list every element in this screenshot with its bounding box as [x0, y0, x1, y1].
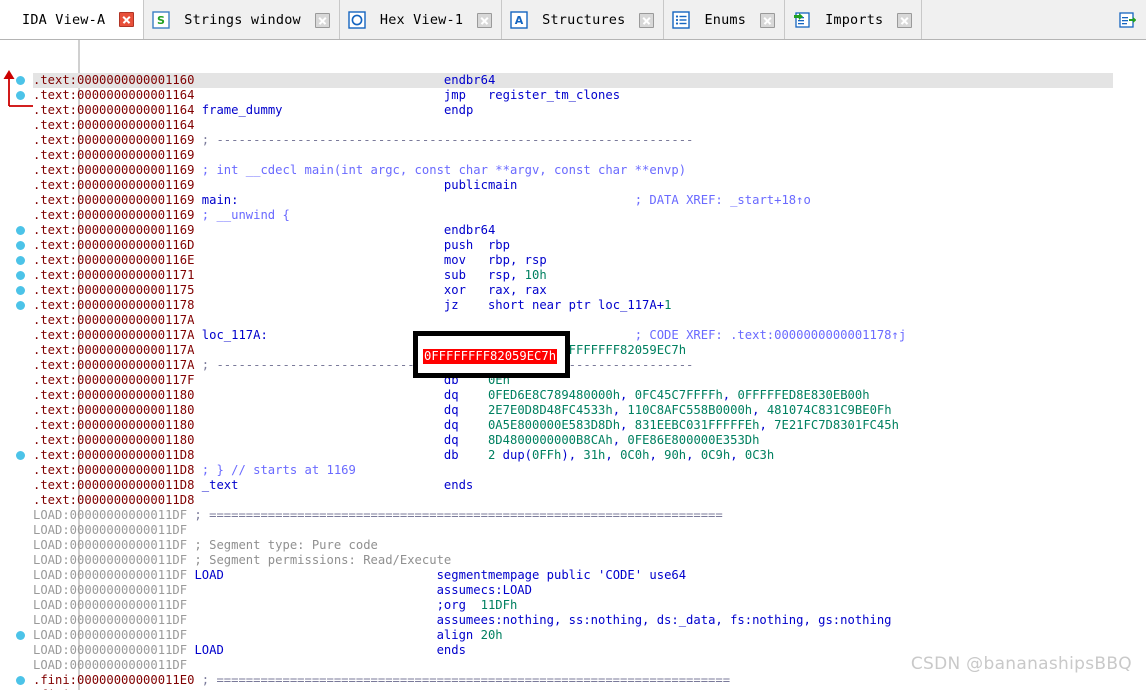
tab-ida-view-a[interactable]: IDA View-A: [0, 0, 145, 39]
tab-structures[interactable]: A Structures: [502, 0, 665, 39]
disassembly-line[interactable]: LOAD:00000000000011DF: [33, 658, 187, 673]
disassembly-line[interactable]: LOAD:00000000000011DF LOAD segmentmempag…: [33, 568, 686, 583]
disassembly-view[interactable]: .text:0000000000001160 endbr64 .text:0000…: [0, 40, 1146, 690]
exports-icon[interactable]: [1118, 11, 1136, 29]
strings-icon: S: [152, 11, 170, 29]
disassembly-line[interactable]: LOAD:00000000000011DF align 20h: [33, 628, 503, 643]
tab-label: Imports: [825, 12, 884, 28]
tab-label: IDA View-A: [22, 11, 106, 28]
disassembly-line[interactable]: .text:00000000000011D8: [33, 493, 194, 508]
disassembly-line[interactable]: LOAD:00000000000011DF assumees:nothing, …: [33, 613, 892, 628]
disassembly-line[interactable]: .text:0000000000001180 dq 2E7E0D8D48FC45…: [33, 403, 892, 418]
highlighted-operand[interactable]: 0FFFFFFFF82059EC7h: [423, 349, 558, 364]
disassembly-line[interactable]: .text:0000000000001169 publicmain: [33, 178, 517, 193]
disassembly-line[interactable]: LOAD:00000000000011DF: [33, 523, 187, 538]
disassembly-line[interactable]: .text:0000000000001164 frame_dummy endp: [33, 103, 473, 118]
tab-close-icon[interactable]: [477, 12, 493, 28]
svg-text:A: A: [515, 14, 524, 27]
disassembly-line[interactable]: LOAD:00000000000011DF ; Segment permissi…: [33, 553, 451, 568]
tab-bar: IDA View-A S Strings window Hex View-1 A: [0, 0, 1146, 40]
disassembly-line[interactable]: LOAD:00000000000011DF LOAD ends: [33, 643, 466, 658]
disassembly-line[interactable]: .text:0000000000001175 xor rax, rax: [33, 283, 547, 298]
tab-label: Enums: [704, 12, 747, 28]
tab-close-icon[interactable]: [897, 12, 913, 28]
disassembly-line[interactable]: LOAD:00000000000011DF ; Segment type: Pu…: [33, 538, 378, 553]
hex-view-icon: [348, 11, 366, 29]
tab-close-icon[interactable]: [119, 12, 135, 27]
disassembly-line[interactable]: .text:0000000000001169 endbr64: [33, 223, 495, 238]
tab-close-icon[interactable]: [639, 12, 655, 28]
tab-overflow-area: [922, 0, 1146, 39]
disassembly-line[interactable]: .text:0000000000001169 ; ---------------…: [33, 133, 693, 148]
disassembly-line[interactable]: .text:000000000000117A: [33, 313, 194, 328]
disassembly-line[interactable]: .text:00000000000011D8 ; } // starts at …: [33, 463, 356, 478]
disassembly-line[interactable]: .text:000000000000117A ; ---------------…: [33, 358, 693, 373]
disassembly-line[interactable]: LOAD:00000000000011DF assumecs:LOAD: [33, 583, 532, 598]
disassembly-line[interactable]: .text:0000000000001178 jz short near ptr…: [33, 298, 671, 313]
svg-text:S: S: [157, 14, 165, 27]
disassembly-line[interactable]: .text:0000000000001169 main: ; DATA XREF…: [33, 193, 811, 208]
tab-strings-window[interactable]: S Strings window: [144, 0, 340, 39]
disassembly-line[interactable]: .text:000000000000117A jmp near ptr 0FFF…: [33, 343, 686, 358]
tab-imports[interactable]: Imports: [785, 0, 923, 39]
disassembly-line[interactable]: .text:0000000000001180 dq 8D4800000000B8…: [33, 433, 759, 448]
structures-icon: A: [510, 11, 528, 29]
disassembly-line[interactable]: .text:0000000000001180 dq 0A5E800000E583…: [33, 418, 899, 433]
disassembly-line[interactable]: .text:0000000000001164: [33, 118, 194, 133]
disassembly-line[interactable]: .text:0000000000001171 sub rsp, 10h: [33, 268, 547, 283]
disassembly-line[interactable]: .text:0000000000001169: [33, 148, 194, 163]
tab-hex-view-1[interactable]: Hex View-1: [339, 0, 503, 39]
disassembly-line[interactable]: .text:00000000000011D8 db 2 dup(0FFh), 3…: [33, 448, 774, 463]
disassembly-line[interactable]: .text:0000000000001169 ; __unwind {: [33, 208, 290, 223]
disassembly-line[interactable]: .text:00000000000011D8 _text ends: [33, 478, 473, 493]
disassembly-lines[interactable]: .text:0000000000001160 endbr64 .text:0000…: [0, 40, 1146, 690]
disassembly-line[interactable]: .text:0000000000001180 dq 0FED6E8C789480…: [33, 388, 870, 403]
highlight-box: 0FFFFFFFF82059EC7h: [413, 331, 570, 378]
disassembly-line[interactable]: .text:0000000000001164 jmp register_tm_c…: [33, 88, 620, 103]
disassembly-line[interactable]: .text:000000000000116E mov rbp, rsp: [33, 253, 547, 268]
disassembly-line[interactable]: LOAD:00000000000011DF ;org 11DFh: [33, 598, 517, 613]
imports-icon: [793, 11, 811, 29]
tab-label: Strings window: [184, 12, 301, 28]
disassembly-line[interactable]: .text:0000000000001169 ; int __cdecl mai…: [33, 163, 686, 178]
disassembly-line[interactable]: .fini:00000000000011E0 ; ===============…: [33, 673, 730, 688]
disassembly-line[interactable]: LOAD:00000000000011DF ; ================…: [33, 508, 723, 523]
tab-close-icon[interactable]: [760, 12, 776, 28]
tab-close-icon[interactable]: [314, 12, 330, 28]
tab-label: Hex View-1: [379, 12, 464, 28]
disassembly-line[interactable]: .text:0000000000001160 endbr64: [33, 73, 495, 88]
enums-icon: [672, 11, 691, 29]
tab-label: Structures: [542, 12, 626, 28]
tab-enums[interactable]: Enums: [664, 0, 786, 39]
disassembly-line[interactable]: .text:000000000000116D push rbp: [33, 238, 510, 253]
watermark: CSDN @bananashipsBBQ: [910, 654, 1132, 674]
